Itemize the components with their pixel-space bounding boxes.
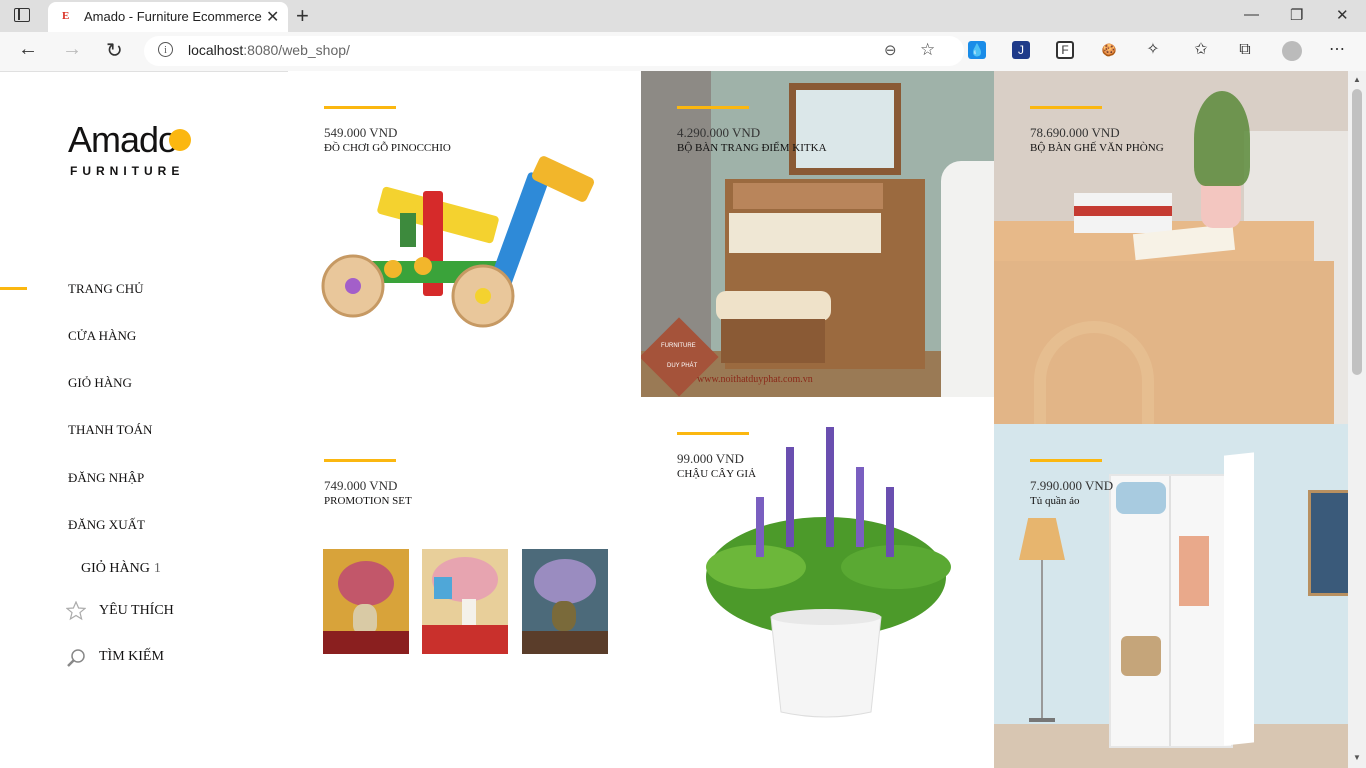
watermark-text: www.noithatduyphat.com.vn: [697, 374, 813, 385]
scroll-down-icon[interactable]: ▼: [1353, 753, 1361, 762]
cookie-icon[interactable]: 🍪: [1100, 41, 1118, 59]
wardrobe-door: [1224, 452, 1254, 746]
nav-item-cart[interactable]: GIỎ HÀNG: [68, 375, 132, 391]
window-close-icon[interactable]: ✕: [1336, 6, 1349, 24]
product-image: [321, 156, 595, 328]
product-name: Tủ quần áo: [1030, 495, 1080, 507]
logo-subtitle: FURNITURE: [70, 164, 185, 178]
product-price: 549.000 VND: [324, 125, 398, 140]
vanity-shelf: [733, 183, 883, 209]
product-price: 4.290.000 VND: [677, 125, 761, 140]
browser-tab[interactable]: E Amado - Furniture Ecommerce T ✕: [48, 2, 288, 32]
painting: [522, 549, 608, 654]
search-icon: [67, 649, 85, 667]
extension-f-icon[interactable]: F: [1056, 41, 1074, 59]
nav-item-home[interactable]: TRANG CHỦ: [68, 281, 143, 297]
nav-item-login[interactable]: ĐĂNG NHẬP: [68, 470, 144, 486]
tab-favicon: E: [62, 10, 70, 22]
book-red: [1074, 206, 1172, 216]
product-image: [706, 427, 951, 718]
product-price: 78.690.000 VND: [1030, 125, 1120, 140]
painting: [422, 549, 508, 654]
tab-title: Amado - Furniture Ecommerce T: [84, 9, 262, 24]
product-card[interactable]: 7.990.000 VND Tủ quần áo: [994, 424, 1348, 768]
product-card[interactable]: FURNITURE DUY PHÁT www.noithatduyphat.co…: [641, 71, 994, 397]
product-name: BỘ BÀN GHẾ VĂN PHÒNG: [1030, 142, 1164, 154]
cart-label: GIỎ HÀNG: [81, 561, 150, 576]
url-input[interactable]: i localhost:8080/web_shop/ ⊖ ☆: [144, 36, 964, 66]
vanity-drawer: [729, 213, 881, 253]
page-scrollbar[interactable]: ▲ ▼: [1348, 71, 1366, 768]
product-card[interactable]: 78.690.000 VND BỘ BÀN GHẾ VĂN PHÒNG: [994, 71, 1348, 424]
scroll-up-icon[interactable]: ▲: [1353, 75, 1361, 84]
lamp-shade: [1019, 518, 1065, 560]
active-nav-indicator: [0, 287, 27, 290]
badge-bottom-text: DUY PHÁT: [667, 363, 698, 369]
product-price: 7.990.000 VND: [1030, 478, 1114, 493]
info-icon[interactable]: i: [158, 42, 173, 57]
close-icon[interactable]: ✕: [266, 7, 279, 27]
search-link[interactable]: TÌM KIẾM: [99, 649, 164, 665]
stool-seat: [716, 291, 831, 321]
product-name: PROMOTION SET: [324, 495, 412, 507]
puzzle-icon[interactable]: ✧: [1144, 41, 1162, 59]
add-favorite-icon[interactable]: ☆: [920, 40, 935, 60]
badge-top-text: FURNITURE: [661, 343, 696, 349]
more-icon[interactable]: ⋯: [1328, 41, 1346, 59]
url-text: localhost:8080/web_shop/: [188, 42, 350, 58]
browser-tab-bar: E Amado - Furniture Ecommerce T ✕ + — ❐ …: [0, 0, 1366, 32]
accent-line: [677, 106, 749, 109]
product-name: BỘ BÀN TRANG ĐIỂM KITKA: [677, 142, 827, 154]
lamp-base: [1029, 718, 1055, 722]
painting: [323, 549, 409, 654]
stool-base: [721, 319, 825, 363]
back-icon[interactable]: ←: [18, 38, 38, 61]
address-bar-row: ← → ↻ i localhost:8080/web_shop/ ⊖ ☆ 💧 J…: [0, 32, 1366, 72]
sidebar-toggle-icon[interactable]: [14, 8, 30, 22]
product-card[interactable]: 749.000 VND PROMOTION SET: [288, 424, 641, 768]
extension-j-icon[interactable]: J: [1012, 41, 1030, 59]
plus-icon[interactable]: +: [296, 3, 309, 29]
wall-art: [1308, 490, 1348, 596]
plant-leaves: [1194, 91, 1250, 186]
logo-dot: [169, 129, 191, 151]
minimize-icon[interactable]: —: [1244, 6, 1259, 23]
star-icon: [66, 601, 86, 621]
wardrobe: [1109, 474, 1233, 748]
accent-line: [324, 459, 396, 462]
favorites-icon[interactable]: ✩: [1192, 41, 1210, 59]
plant-pot: [1201, 183, 1241, 228]
vase: [941, 161, 994, 397]
collections-icon[interactable]: ⧉: [1236, 41, 1254, 59]
forward-icon[interactable]: →: [62, 38, 82, 61]
page-content: Amado FURNITURE TRANG CHỦ CỬA HÀNG GIỎ H…: [0, 71, 1348, 768]
refresh-icon[interactable]: ↻: [106, 38, 123, 63]
favorite-link[interactable]: YÊU THÍCH: [99, 603, 174, 619]
cart-count: 1: [153, 561, 161, 576]
extension-drop-icon[interactable]: 💧: [968, 41, 986, 59]
accent-line: [324, 106, 396, 109]
nav-item-logout[interactable]: ĐĂNG XUẤT: [68, 517, 145, 533]
mirror-glass: [796, 90, 894, 168]
product-card[interactable]: 99.000 VND CHẬU CÂY GIẢ: [641, 397, 994, 768]
cart-link[interactable]: GIỎ HÀNG 1: [81, 561, 161, 577]
accent-line: [1030, 106, 1102, 109]
nav-item-shop[interactable]: CỬA HÀNG: [68, 328, 136, 344]
profile-icon[interactable]: [1282, 41, 1302, 61]
lamp-stand: [1041, 560, 1043, 720]
product-price: 749.000 VND: [324, 478, 398, 493]
product-card[interactable]: 549.000 VND ĐỒ CHƠI GỖ PINOCCHIO: [288, 71, 641, 397]
logo-text: Amado: [68, 119, 178, 160]
zoom-icon[interactable]: ⊖: [884, 41, 897, 59]
scroll-thumb[interactable]: [1352, 89, 1362, 375]
accent-line: [1030, 459, 1102, 462]
nav-item-checkout[interactable]: THANH TOÁN: [68, 422, 152, 438]
restore-icon[interactable]: ❐: [1290, 6, 1303, 24]
